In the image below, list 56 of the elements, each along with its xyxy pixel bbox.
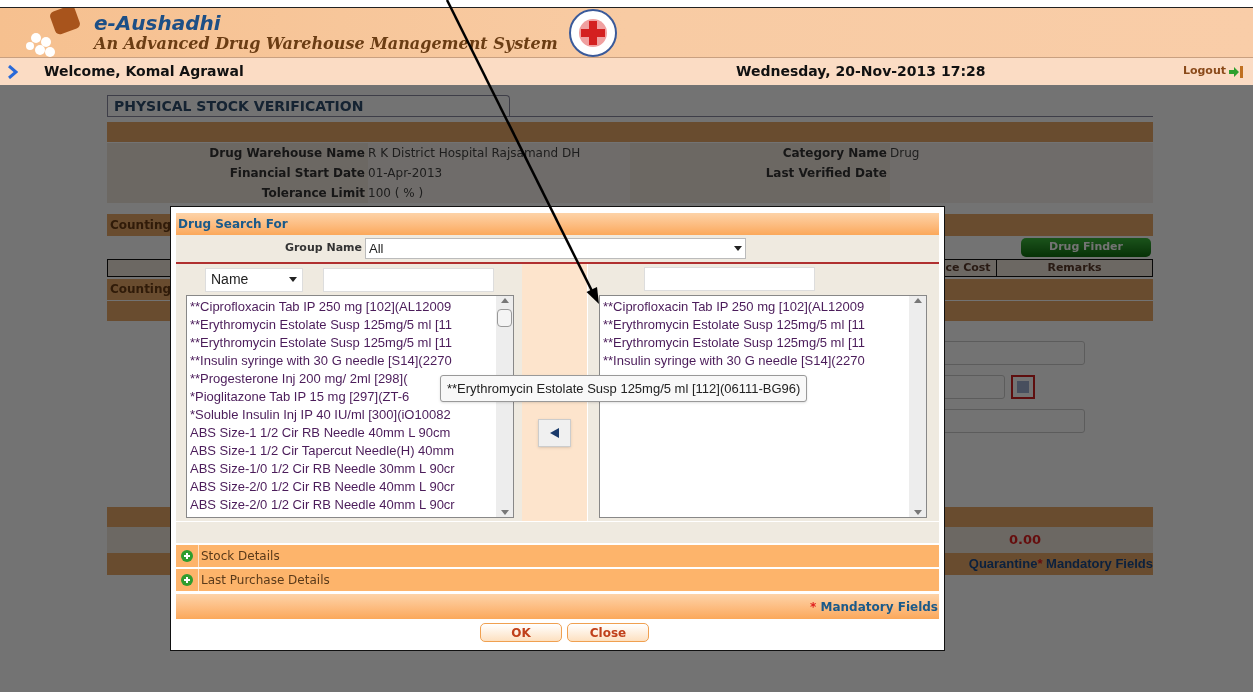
triangle-left-icon <box>550 427 559 438</box>
caret-icon <box>734 246 742 251</box>
field-value: 01-Apr-2013 <box>368 163 630 183</box>
drug-list-item[interactable]: ABS Size-1 1/2 Cir Tapercut Needle(H) 40mm <box>190 442 496 460</box>
drug-list-item[interactable]: **Ciprofloxacin Tab IP 250 mg [102](AL12009 <box>190 298 496 316</box>
dialog-button[interactable]: OK <box>480 623 562 642</box>
collapsible-section[interactable]: Stock Details <box>176 545 939 567</box>
move-left-button[interactable] <box>538 418 571 447</box>
welcome-text: Welcome, Komal Agrawal <box>44 62 245 81</box>
search-by-select[interactable]: Name <box>205 267 303 292</box>
dialog-title: Drug Search For <box>176 213 939 235</box>
drug-list-item[interactable]: ABS Size-2/0 1/2 Cir RB Needle 40mm L 90cr <box>190 478 496 496</box>
group-name-select[interactable]: All <box>365 238 746 259</box>
logout-link[interactable]: Logout <box>1182 63 1243 80</box>
drug-list-item[interactable]: **Insulin syringe with 30 G needle [S14](2270 <box>603 352 909 370</box>
field-label: Category Name <box>630 143 890 163</box>
search-field[interactable] <box>323 267 494 292</box>
drug-list-item[interactable]: *Soluble Insulin Inj IP 40 IU/ml [300](iO10082 <box>190 406 496 424</box>
scroll-down-icon[interactable] <box>913 510 922 515</box>
field-label: Drug Warehouse Name <box>107 143 368 163</box>
dialog-button[interactable]: Close <box>567 623 649 642</box>
group-name-label: Group Name <box>283 240 363 257</box>
mandatory-note: * Mandatory Fields <box>810 598 938 616</box>
emblem-icon <box>567 7 618 58</box>
search-field[interactable] <box>643 267 815 291</box>
drug-list-item[interactable]: **Ciprofloxacin Tab IP 250 mg [102](AL12009 <box>603 298 909 316</box>
app-title: e-Aushadhi <box>94 11 222 34</box>
total-value: 0.00 <box>1008 531 1041 550</box>
drug-list-item[interactable]: ABS Size-1/0 1/2 Cir RB Needle 30mm L 90cr <box>190 460 496 478</box>
drug-list-item[interactable]: **Erythromycin Estolate Susp 125mg/5 ml [11 <box>603 334 909 352</box>
field-label: Last Verified Date <box>630 163 890 183</box>
scroll-thumb[interactable] <box>497 309 512 327</box>
date-time: Wednesday, 20-Nov-2013 17:28 <box>736 62 986 81</box>
field-label: Financial Start Date <box>107 163 368 183</box>
drug-list-item[interactable]: **Erythromycin Estolate Susp 125mg/5 ml [11 <box>190 316 496 334</box>
footer-note: Quarantine* Mandatory Fields <box>968 555 1153 574</box>
scrollbar[interactable] <box>909 296 926 517</box>
plus-icon[interactable] <box>181 550 193 562</box>
column-header: Remarks <box>996 260 1152 276</box>
drug-list-item[interactable]: **Erythromycin Estolate Susp 125mg/5 ml [11 <box>603 316 909 334</box>
drug-list-item[interactable]: **Insulin syringe with 30 G needle [S14](2270 <box>190 352 496 370</box>
field-value: Drug <box>890 143 1153 163</box>
calendar-icon[interactable] <box>1011 375 1035 399</box>
field-value: 100 ( % ) <box>368 183 630 203</box>
drug-list-item[interactable]: ABS Size-2/0 1/2 Cir RB Needle 40mm L 90cr <box>190 496 496 514</box>
scroll-up-icon[interactable] <box>913 298 922 303</box>
chevron-right-icon <box>8 64 18 79</box>
tooltip: **Erythromycin Estolate Susp 125mg/5 ml [112](06111-BG96) <box>440 375 808 402</box>
plus-icon[interactable] <box>181 574 193 586</box>
drug-list-item[interactable]: **Erythromycin Estolate Susp 125mg/5 ml [11 <box>190 334 496 352</box>
drug-list-item[interactable]: ABS Size-1 1/2 Cir RB Needle 40mm L 90cm <box>190 424 496 442</box>
scroll-down-icon[interactable] <box>500 510 509 515</box>
field-label: Tolerance Limit <box>107 183 368 203</box>
scroll-up-icon[interactable] <box>500 298 509 303</box>
exit-door-icon <box>1229 65 1243 78</box>
collapsible-section[interactable]: Last Purchase Details <box>176 569 939 591</box>
